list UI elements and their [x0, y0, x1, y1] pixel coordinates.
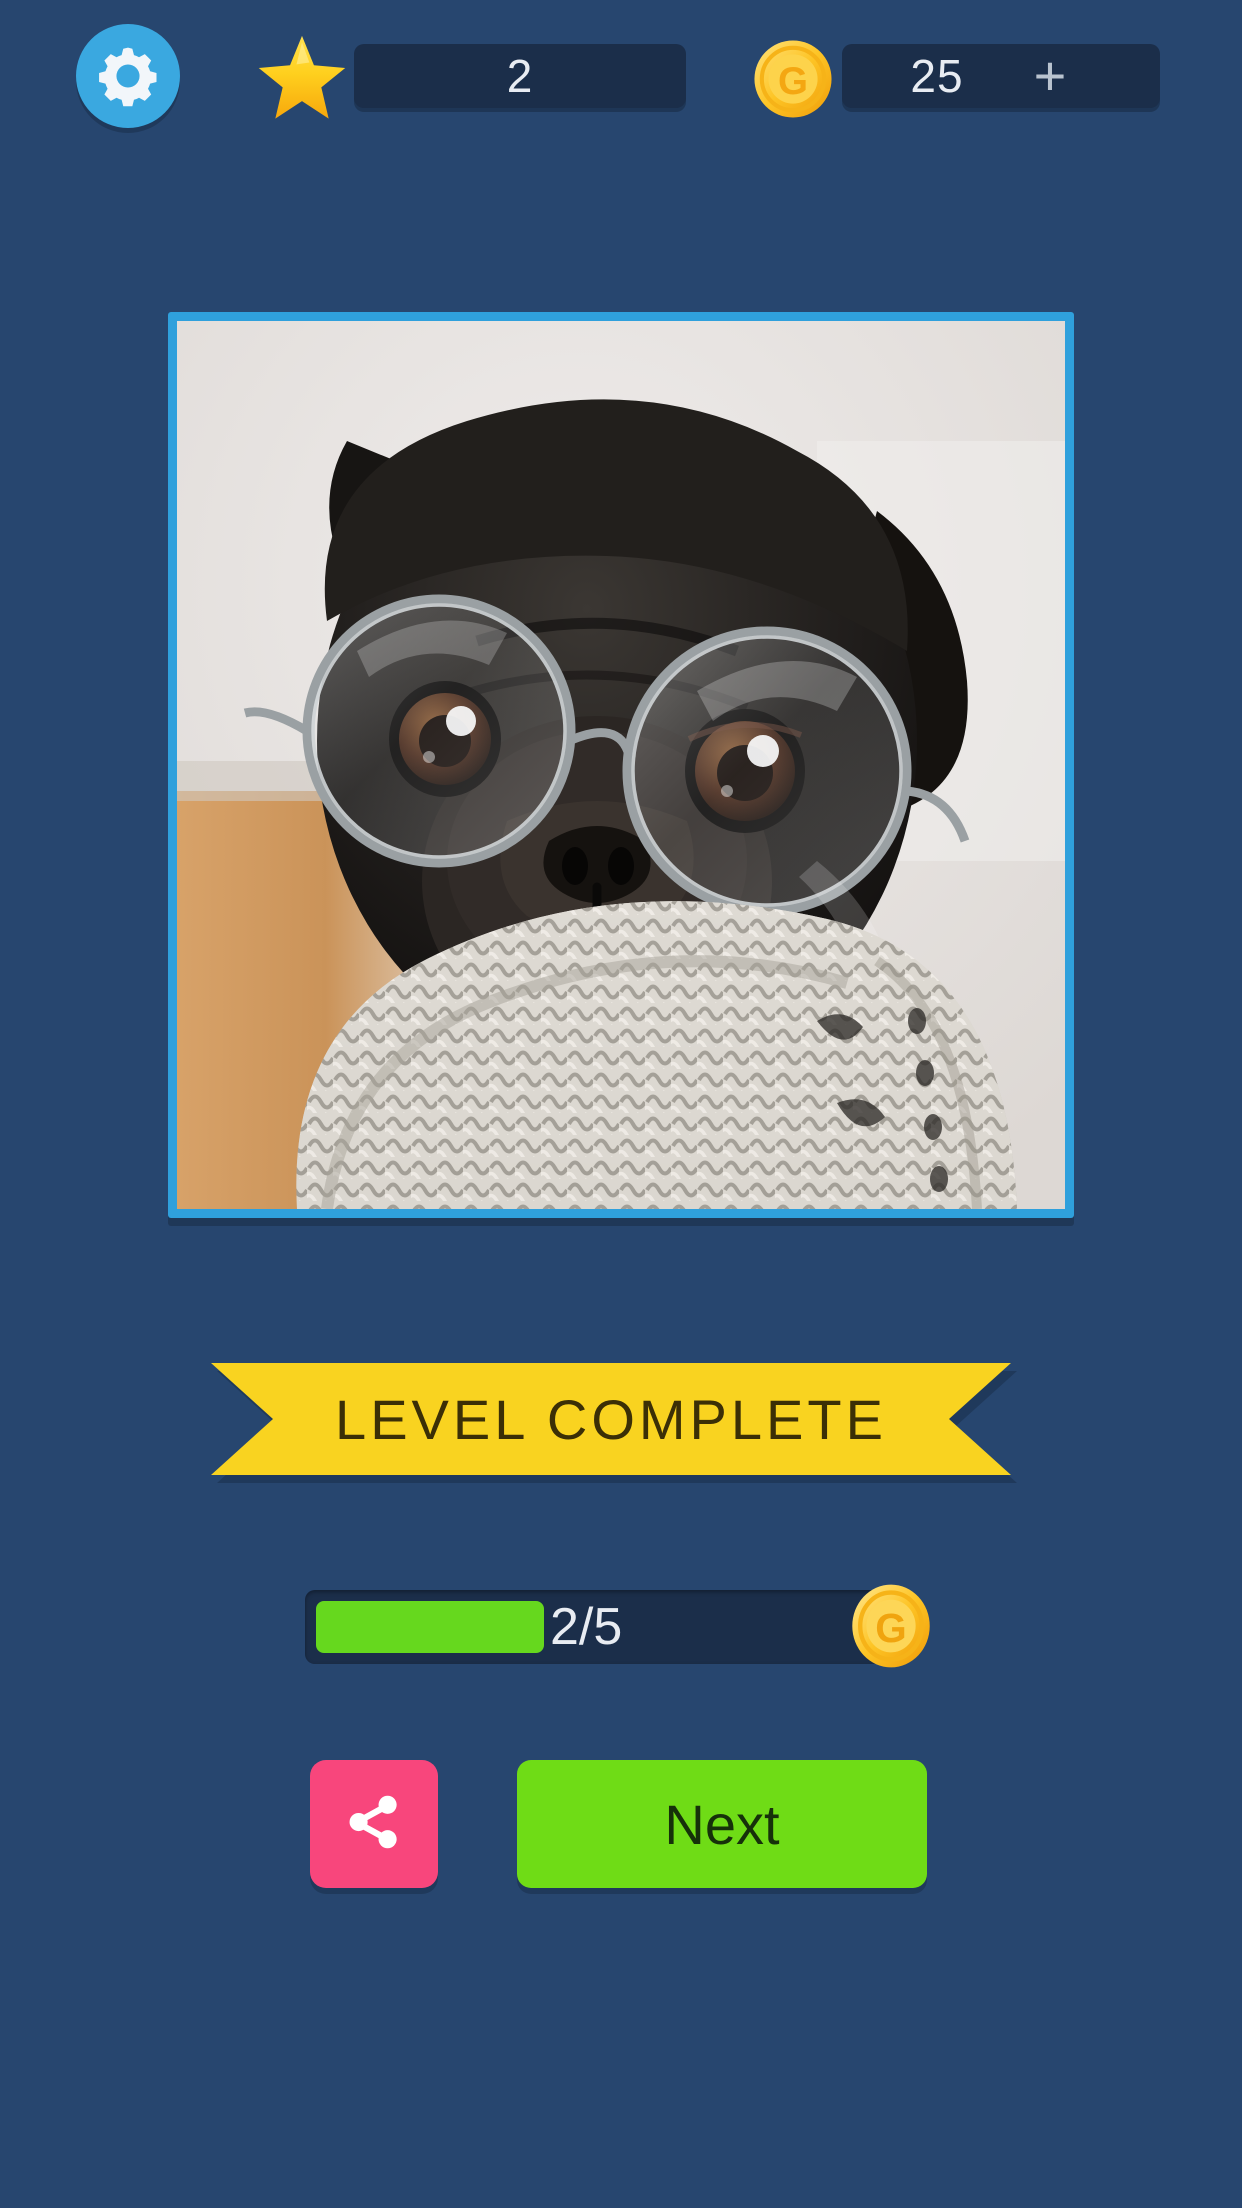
puzzle-image-frame	[168, 312, 1074, 1218]
svg-text:G: G	[875, 1605, 906, 1651]
gear-icon	[95, 43, 161, 109]
banner-label: LEVEL COMPLETE	[335, 1387, 887, 1451]
star-icon	[256, 34, 348, 122]
svg-text:G: G	[778, 60, 808, 103]
progress-fill	[316, 1601, 544, 1653]
coin-icon: G	[752, 38, 834, 120]
add-coins-button[interactable]: +	[1014, 44, 1086, 108]
coin-reward-icon: G	[847, 1582, 935, 1670]
settings-button[interactable]	[76, 24, 180, 128]
puzzle-image	[177, 321, 1065, 1209]
header-bar: 2 G 25 +	[0, 0, 1242, 160]
action-buttons: Next	[310, 1760, 930, 1892]
coin-count-value: 25	[910, 50, 964, 102]
next-button[interactable]: Next	[517, 1760, 927, 1888]
next-button-label: Next	[664, 1792, 780, 1856]
share-button[interactable]	[310, 1760, 438, 1888]
game-screen: 2 G 25 + LEVEL COMPLETE 2/5 G Next	[0, 0, 1242, 2208]
share-icon	[345, 1793, 403, 1856]
banner-ribbon: LEVEL COMPLETE	[211, 1363, 1011, 1475]
star-count-badge[interactable]: 2	[354, 44, 686, 108]
level-progress: 2/5 G	[305, 1584, 930, 1668]
progress-label: 2/5	[550, 1598, 623, 1656]
coin-count-badge[interactable]: 25 +	[842, 44, 1160, 108]
star-count-value: 2	[506, 50, 534, 102]
level-complete-banner: LEVEL COMPLETE	[211, 1363, 1017, 1483]
